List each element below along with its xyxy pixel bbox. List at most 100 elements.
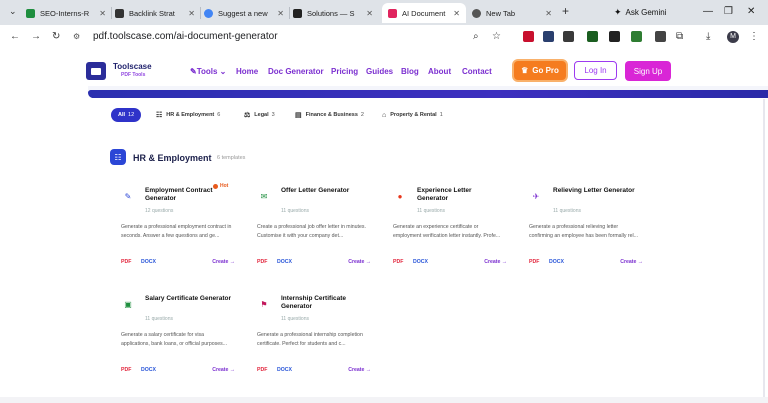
logo-title[interactable]: Toolscase xyxy=(113,62,152,71)
template-card-offer-letter[interactable]: ✉ Offer Letter Generator 11 questions Cr… xyxy=(257,183,371,276)
nav-contact[interactable]: Contact xyxy=(462,67,492,76)
go-pro-button[interactable]: ♛ Go Pro xyxy=(514,61,566,80)
logo-icon[interactable] xyxy=(86,62,106,80)
card-description: Generate a professional internship compl… xyxy=(257,332,363,347)
card-title[interactable]: Experience Letter Generator xyxy=(417,187,503,203)
pdf-badge: PDF xyxy=(121,259,132,265)
nav-pricing[interactable]: Pricing xyxy=(331,67,358,76)
nav-home[interactable]: Home xyxy=(236,67,258,76)
nav-blog[interactable]: Blog xyxy=(401,67,419,76)
tab-label: Backlink Strat xyxy=(129,8,175,18)
tab-label: SEO-Interns-R xyxy=(40,8,90,18)
nav-tools[interactable]: ✎Tools ⌄ xyxy=(190,67,226,76)
browser-tab-solutions[interactable]: Solutions — S ✕ xyxy=(293,3,379,23)
signup-button[interactable]: Sign Up xyxy=(625,61,671,81)
card-title[interactable]: Salary Certificate Generator xyxy=(145,295,231,303)
pdf-badge: PDF xyxy=(257,367,268,373)
tab-label: Suggest a new xyxy=(218,8,268,18)
crown-icon: ♛ xyxy=(521,66,529,75)
filter-finance-business[interactable]: ▤ Finance & Business 2 xyxy=(295,108,364,122)
login-button[interactable]: Log In xyxy=(574,61,617,80)
create-link[interactable]: Create → xyxy=(212,259,235,265)
card-title[interactable]: Relieving Letter Generator xyxy=(553,187,639,195)
template-card-experience-letter[interactable]: ● Experience Letter Generator 11 questio… xyxy=(393,183,507,276)
logo-subtitle: PDF Tools xyxy=(121,72,146,78)
create-link[interactable]: Create → xyxy=(348,367,371,373)
card-description: Generate a salary certificate for visa a… xyxy=(121,332,228,347)
create-link[interactable]: Create → xyxy=(348,259,371,265)
back-icon[interactable]: ← xyxy=(10,31,20,42)
browser-toolbar: ← → ↻ ⚙ pdf.toolscase.com/ai-document-ge… xyxy=(0,25,768,51)
tab-label: AI Document xyxy=(402,8,446,18)
card-questions: 11 questions xyxy=(417,208,445,214)
profile-avatar[interactable]: M xyxy=(727,31,739,43)
filter-legal[interactable]: ⚖ Legal 3 xyxy=(244,108,275,122)
menu-kebab-icon[interactable]: ⋮ xyxy=(749,31,759,42)
restore-icon[interactable]: ❐ xyxy=(724,6,733,17)
browser-tab-seo-interns[interactable]: SEO-Interns-R ✕ xyxy=(26,3,112,23)
create-link[interactable]: Create → xyxy=(620,259,643,265)
nav-guides[interactable]: Guides xyxy=(366,67,393,76)
extension-icon[interactable] xyxy=(655,31,666,42)
docx-badge: DOCX xyxy=(277,367,292,373)
gemini-icon: ✦ xyxy=(614,7,622,17)
nav-about[interactable]: About xyxy=(428,67,451,76)
tab-search-icon[interactable]: ⌄ xyxy=(9,6,17,17)
close-icon[interactable]: ✕ xyxy=(453,9,460,18)
house-icon: ⌂ xyxy=(382,111,387,119)
scrollbar-track[interactable] xyxy=(763,99,765,399)
card-title[interactable]: Offer Letter Generator xyxy=(281,187,367,195)
extension-icon[interactable] xyxy=(543,31,554,42)
extension-shield-icon[interactable] xyxy=(523,31,534,42)
browser-tab-new-tab[interactable]: New Tab ✕ xyxy=(472,3,558,23)
tab-strip: ⌄ SEO-Interns-R ✕ Backlink Strat ✕ Sugge… xyxy=(0,0,768,25)
filter-hr-employment[interactable]: ☷ HR & Employment 6 xyxy=(156,108,220,122)
extensions-puzzle-icon[interactable]: ⧉ xyxy=(676,31,683,42)
extension-icon[interactable] xyxy=(587,31,598,42)
docx-badge: DOCX xyxy=(413,259,428,265)
minimize-icon[interactable]: — xyxy=(703,6,713,17)
reload-icon[interactable]: ↻ xyxy=(52,31,60,42)
bookmark-star-icon[interactable]: ☆ xyxy=(492,31,501,42)
card-title[interactable]: Employment Contract Generator xyxy=(145,187,231,203)
sheets-icon xyxy=(26,8,35,18)
create-link[interactable]: Create → xyxy=(212,367,235,373)
ask-gemini-button[interactable]: ✦ Ask Gemini xyxy=(614,7,666,18)
close-icon[interactable]: ✕ xyxy=(188,9,195,18)
address-bar[interactable]: pdf.toolscase.com/ai-document-generator xyxy=(93,31,278,42)
close-icon[interactable]: ✕ xyxy=(545,9,552,18)
envelope-icon: ✉ xyxy=(260,191,268,201)
card-title[interactable]: Internship Certificate Generator xyxy=(281,295,367,311)
site-info-icon[interactable]: ⚙ xyxy=(73,32,80,41)
filter-all[interactable]: All 12 xyxy=(111,108,142,122)
close-icon[interactable]: ✕ xyxy=(277,9,284,18)
create-link[interactable]: Create → xyxy=(484,259,507,265)
close-icon[interactable]: ✕ xyxy=(366,9,373,18)
ask-gemini-label: Ask Gemini xyxy=(625,8,667,17)
download-icon[interactable]: ⤓ xyxy=(706,31,710,42)
chart-icon: ▤ xyxy=(295,112,302,119)
new-tab-button[interactable]: + xyxy=(562,4,569,18)
browser-tab-backlink[interactable]: Backlink Strat ✕ xyxy=(115,3,201,23)
tools-icon: ✎ xyxy=(190,67,197,76)
extension-icon[interactable] xyxy=(609,31,620,42)
browser-tab-suggest[interactable]: Suggest a new ✕ xyxy=(204,3,290,23)
money-icon: ▣ xyxy=(124,299,132,309)
template-card-salary-certificate[interactable]: ▣ Salary Certificate Generator 11 questi… xyxy=(121,291,235,384)
extension-icon[interactable] xyxy=(631,31,642,42)
template-card-internship-certificate[interactable]: ⚑ Internship Certificate Generator 11 qu… xyxy=(257,291,371,384)
template-card-employment-contract[interactable]: ✎ Employment Contract Generator Hot 12 q… xyxy=(121,183,235,276)
extension-icon[interactable] xyxy=(563,31,574,42)
nav-doc-generator[interactable]: Doc Generator xyxy=(268,67,324,76)
browser-tab-ai-document[interactable]: AI Document ✕ xyxy=(382,3,466,23)
site-icon xyxy=(293,8,302,18)
filter-property-rental[interactable]: ⌂ Property & Rental 1 xyxy=(382,108,443,122)
card-description: Create a professional job offer letter i… xyxy=(257,224,366,239)
section-title: HR & Employment xyxy=(133,153,212,163)
template-card-relieving-letter[interactable]: ✈ Relieving Letter Generator 11 question… xyxy=(529,183,643,276)
close-icon[interactable]: ✕ xyxy=(99,9,106,18)
forward-icon[interactable]: → xyxy=(31,31,41,42)
docx-badge: DOCX xyxy=(277,259,292,265)
zoom-search-icon[interactable]: ⌕ xyxy=(473,31,479,42)
close-window-icon[interactable]: ✕ xyxy=(747,6,755,17)
